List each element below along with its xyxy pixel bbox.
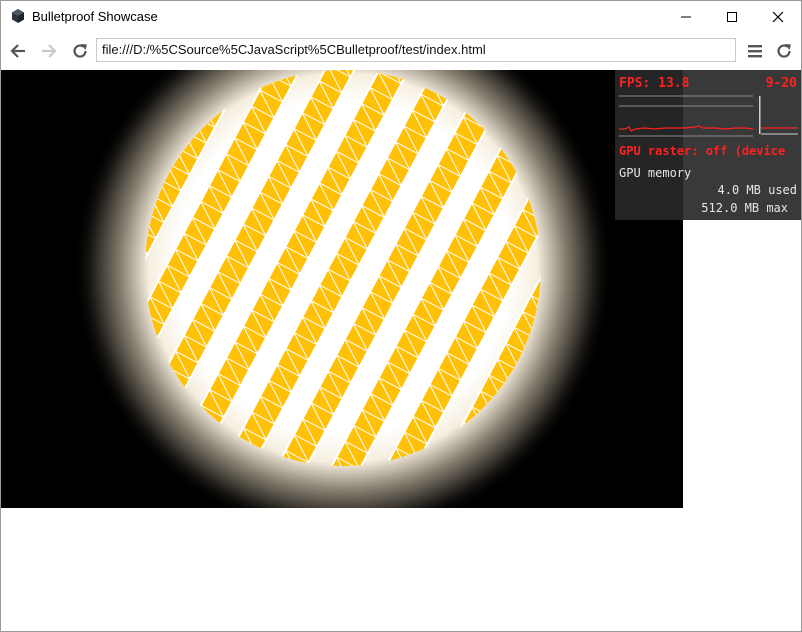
reload-button[interactable] — [67, 38, 93, 64]
back-button[interactable] — [5, 38, 31, 64]
minimize-icon — [681, 16, 691, 17]
minimize-button[interactable] — [663, 1, 709, 32]
gpu-raster-status: GPU raster: off (device — [619, 144, 786, 158]
maximize-icon — [727, 11, 737, 22]
gpu-memory-max: 512.0 MB max — [701, 201, 788, 215]
browser-window: Bulletproof Showcase file:///D:/%5CSourc… — [0, 0, 802, 632]
striped-sphere-scene — [1, 70, 683, 508]
maximize-button[interactable] — [709, 1, 755, 32]
address-bar[interactable]: file:///D:/%5CSource%5CJavaScript%5CBull… — [96, 38, 736, 62]
menu-button[interactable] — [742, 38, 768, 64]
webgl-canvas[interactable] — [1, 70, 683, 508]
title-bar: Bulletproof Showcase — [1, 1, 801, 32]
reload-right-button[interactable] — [771, 38, 797, 64]
close-icon — [772, 11, 784, 22]
gpu-memory-label: GPU memory — [619, 166, 692, 180]
close-button[interactable] — [755, 1, 801, 32]
reload-icon — [73, 44, 87, 58]
fps-meter-overlay: FPS: 13.8 9-20 GPU raster: off (device G… — [615, 70, 801, 220]
app-cube-icon — [12, 9, 24, 23]
gpu-memory-used: 4.0 MB used — [717, 183, 797, 197]
fps-range: 9-20 — [765, 76, 797, 91]
hamburger-menu-icon — [748, 45, 762, 58]
browser-toolbar: file:///D:/%5CSource%5CJavaScript%5CBull… — [1, 32, 801, 70]
reload-icon — [777, 44, 791, 58]
page-content: FPS: 13.8 9-20 GPU raster: off (device G… — [1, 70, 801, 631]
arrow-left-icon — [10, 44, 25, 58]
forward-button[interactable] — [36, 38, 62, 64]
arrow-right-icon — [42, 44, 57, 58]
fps-label: FPS: 13.8 — [619, 76, 690, 91]
window-title: Bulletproof Showcase — [32, 9, 158, 24]
